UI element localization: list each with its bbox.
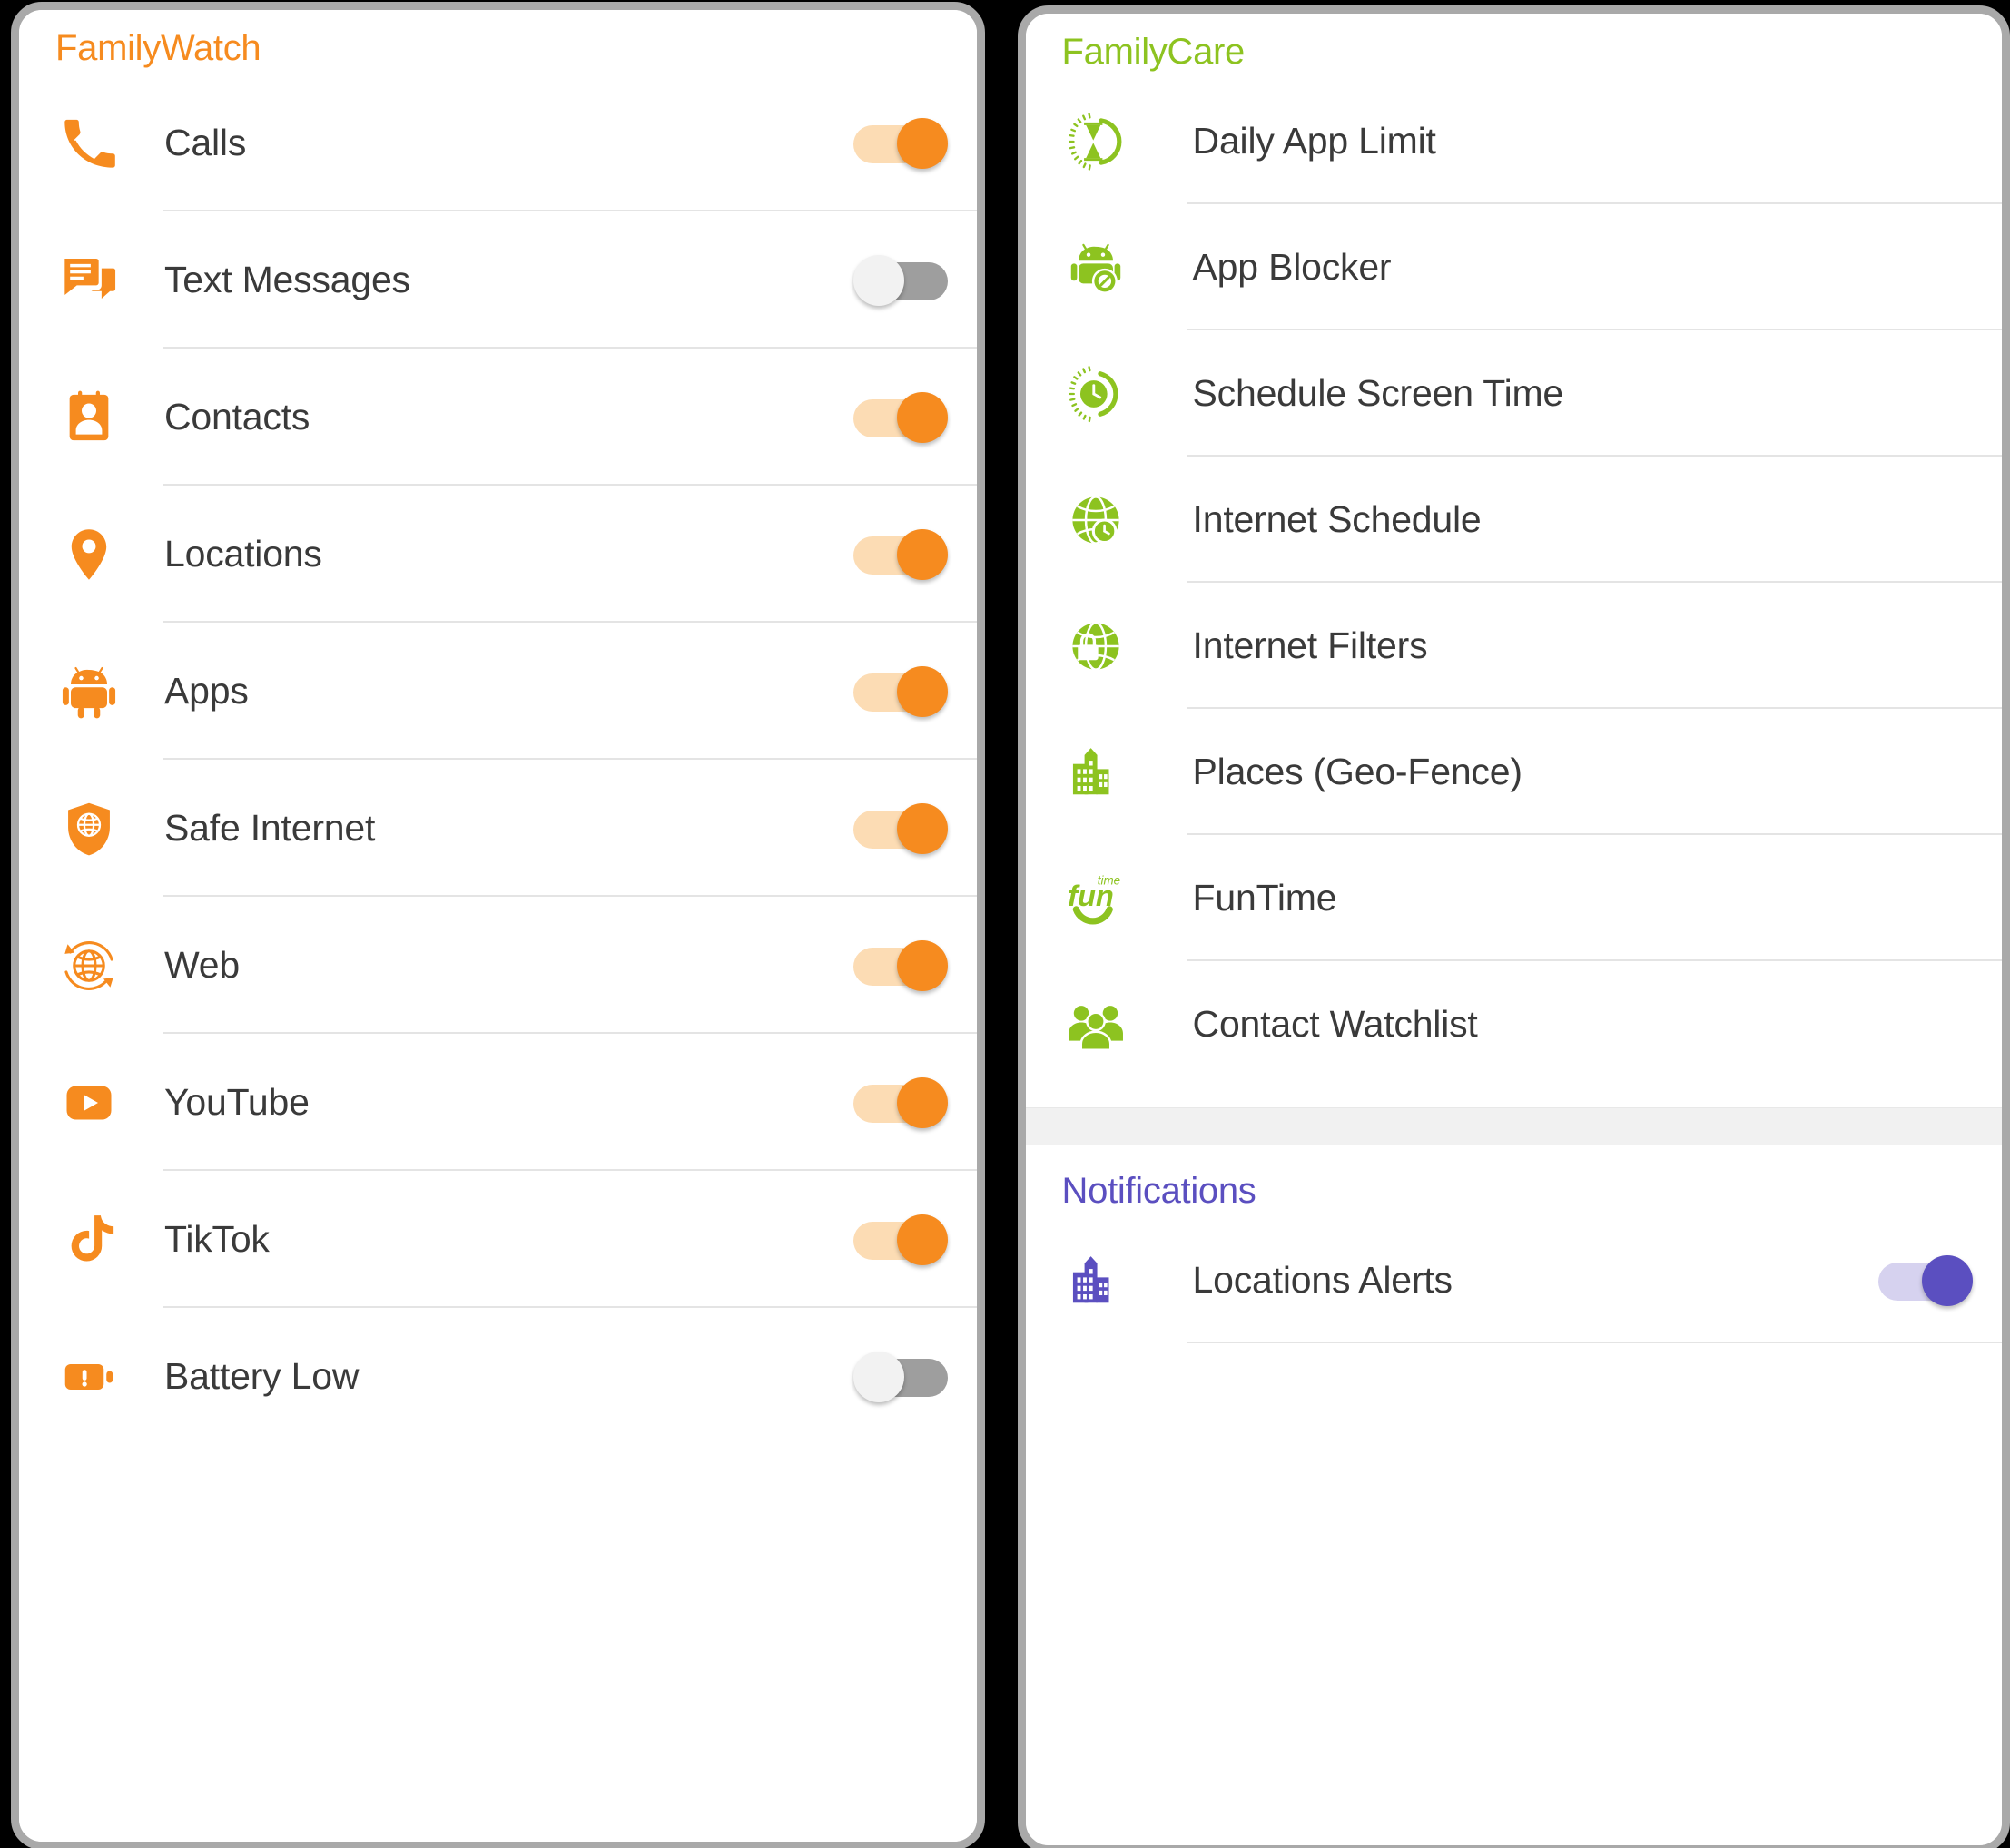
svg-text:time: time	[1097, 873, 1119, 887]
dual-phone-screens: FamilyWatch Calls Text Messages Contacts…	[0, 0, 2010, 1848]
list-item-youtube[interactable]: YouTube	[19, 1034, 977, 1171]
contacts-book-icon	[55, 384, 123, 451]
list-item-label: Internet Filters	[1192, 624, 1428, 666]
familycare-section-header: FamilyCare	[1061, 32, 1246, 72]
android-robot-icon	[55, 658, 123, 725]
list-item-places-geo-fence[interactable]: Places (Geo-Fence)	[1026, 709, 2002, 835]
toggle-youtube[interactable]	[852, 1076, 948, 1128]
list-item-label: Daily App Limit	[1192, 120, 1436, 162]
notifications-section-header: Notifications	[1061, 1171, 1256, 1211]
toggle-calls[interactable]	[852, 117, 948, 169]
list-item-label: Text Messages	[164, 259, 410, 300]
familywatch-list: Calls Text Messages Contacts Locations A…	[19, 74, 977, 1445]
people-group-icon	[1062, 991, 1129, 1058]
hourglass-icon	[1062, 108, 1129, 175]
list-item-locations-alerts[interactable]: Locations Alerts	[1026, 1217, 2002, 1343]
familywatch-panel-inner: FamilyWatch Calls Text Messages Contacts…	[19, 10, 977, 1842]
list-item-label: TikTok	[164, 1218, 270, 1260]
clock-rays-icon	[1062, 360, 1129, 428]
toggle-battery-low[interactable]	[852, 1351, 948, 1402]
toggle-thumb	[1922, 1254, 1973, 1306]
list-item-label: Safe Internet	[164, 807, 376, 849]
toggle-web[interactable]	[852, 939, 948, 991]
youtube-icon	[55, 1069, 123, 1136]
list-item-label: Contacts	[164, 396, 310, 437]
list-item-contacts[interactable]: Contacts	[19, 349, 977, 486]
battery-alert-icon	[55, 1343, 123, 1411]
list-item-schedule-screen-time[interactable]: Schedule Screen Time	[1026, 330, 2002, 457]
globe-refresh-icon	[55, 932, 123, 999]
tiktok-note-icon	[55, 1206, 123, 1273]
list-item-label: Contact Watchlist	[1192, 1003, 1478, 1045]
toggle-apps[interactable]	[852, 665, 948, 717]
toggle-thumb	[896, 391, 948, 443]
phone-icon	[55, 110, 123, 177]
list-item-label: Battery Low	[164, 1355, 360, 1397]
list-item-label: YouTube	[164, 1081, 310, 1123]
notifications-list: Locations Alerts	[1026, 1217, 2002, 1343]
toggle-thumb	[852, 254, 904, 306]
list-item-label: FunTime	[1192, 877, 1337, 919]
toggle-thumb	[896, 939, 948, 991]
list-item-battery-low[interactable]: Battery Low	[19, 1308, 977, 1445]
section-separator-band	[1025, 1107, 2002, 1145]
list-item-internet-schedule[interactable]: Internet Schedule	[1026, 457, 2002, 583]
list-item-label: Locations	[164, 533, 322, 575]
toggle-tiktok[interactable]	[852, 1214, 948, 1265]
list-item-daily-app-limit[interactable]: Daily App Limit	[1026, 78, 2002, 204]
toggle-thumb	[896, 1076, 948, 1128]
list-item-label: App Blocker	[1192, 246, 1392, 288]
toggle-thumb	[852, 1351, 904, 1402]
list-item-label: Schedule Screen Time	[1192, 372, 1564, 414]
funtime-smile-icon: fun time	[1062, 865, 1129, 932]
toggle-contacts[interactable]	[852, 391, 948, 443]
list-item-funtime[interactable]: fun time FunTime	[1026, 835, 2002, 961]
shield-globe-icon	[55, 795, 123, 862]
toggle-text-messages[interactable]	[852, 254, 948, 306]
divider	[1187, 1342, 2002, 1343]
toggle-locations[interactable]	[852, 528, 948, 580]
familycare-list: Daily App Limit App Blocker Schedule Scr…	[1026, 78, 2002, 1087]
list-item-internet-filters[interactable]: Internet Filters	[1026, 583, 2002, 709]
familywatch-section-header: FamilyWatch	[55, 28, 261, 68]
list-item-apps[interactable]: Apps	[19, 623, 977, 760]
list-item-tiktok[interactable]: TikTok	[19, 1171, 977, 1308]
map-pin-icon	[55, 521, 123, 588]
familywatch-panel: FamilyWatch Calls Text Messages Contacts…	[11, 2, 985, 1848]
toggle-thumb	[896, 665, 948, 717]
list-item-calls[interactable]: Calls	[19, 74, 977, 211]
android-block-icon	[1062, 234, 1129, 301]
list-item-label: Apps	[164, 670, 249, 712]
globe-lock-icon	[1062, 613, 1129, 680]
list-item-label: Locations Alerts	[1192, 1259, 1453, 1301]
toggle-locations-alerts[interactable]	[1878, 1254, 1973, 1306]
list-item-label: Internet Schedule	[1192, 498, 1482, 540]
list-item-label: Places (Geo-Fence)	[1192, 751, 1522, 792]
familycare-panel: FamilyCare Daily App Limit App Blocker S…	[1017, 5, 2010, 1848]
list-item-text-messages[interactable]: Text Messages	[19, 211, 977, 349]
list-item-locations[interactable]: Locations	[19, 486, 977, 623]
buildings-icon	[1062, 1247, 1129, 1314]
buildings-icon	[1062, 739, 1129, 806]
list-item-safe-internet[interactable]: Safe Internet	[19, 760, 977, 897]
toggle-safe-internet[interactable]	[852, 802, 948, 854]
list-item-app-blocker[interactable]: App Blocker	[1026, 204, 2002, 330]
toggle-thumb	[896, 802, 948, 854]
toggle-thumb	[896, 528, 948, 580]
globe-clock-icon	[1062, 487, 1129, 554]
toggle-thumb	[896, 117, 948, 169]
list-item-contact-watchlist[interactable]: Contact Watchlist	[1026, 961, 2002, 1087]
list-item-label: Web	[164, 944, 240, 986]
chat-bubble-icon	[55, 247, 123, 314]
list-item-web[interactable]: Web	[19, 897, 977, 1034]
list-item-label: Calls	[164, 122, 247, 163]
familycare-panel-inner: FamilyCare Daily App Limit App Blocker S…	[1025, 14, 2002, 1845]
toggle-thumb	[896, 1214, 948, 1265]
